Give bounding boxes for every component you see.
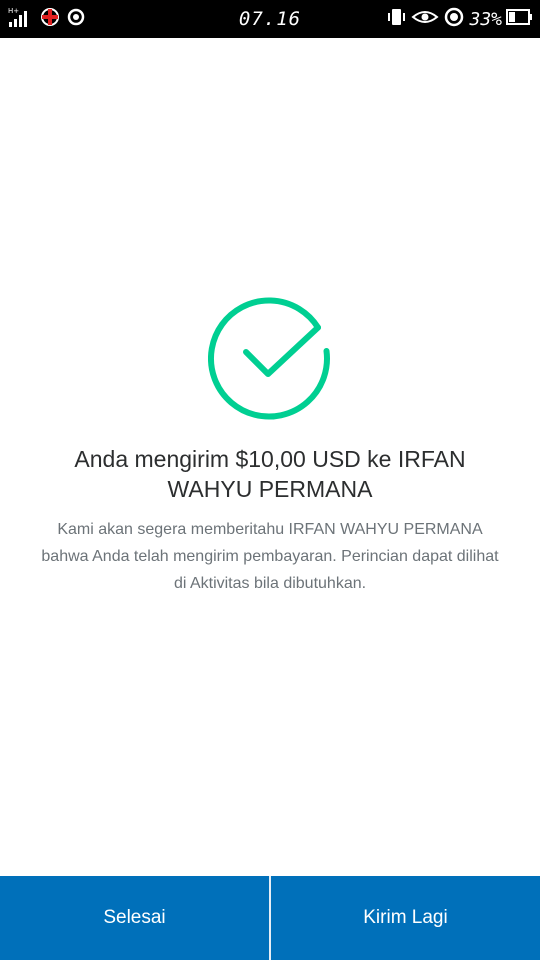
location-icon — [443, 6, 465, 32]
payment-success-panel: Anda mengirim $10,00 USD ke IRFAN WAHYU … — [0, 296, 540, 597]
battery-icon — [506, 6, 534, 32]
eye-icon — [411, 6, 440, 32]
bottom-action-bar: Selesai Kirim Lagi — [0, 876, 540, 960]
battery-percent: 33% — [469, 8, 502, 30]
send-again-button[interactable]: Kirim Lagi — [271, 876, 540, 960]
vibrate-icon — [385, 6, 407, 32]
status-right-icons: 33% — [385, 7, 534, 31]
confirmation-message: Kami akan segera memberitahu IRFAN WAHYU… — [41, 521, 499, 592]
success-check-icon — [208, 296, 332, 420]
status-bar: H+ 07.16 33% — [0, 0, 540, 38]
confirmation-headline: Anda mengirim $10,00 USD ke IRFAN WAHYU … — [74, 446, 466, 502]
done-button[interactable]: Selesai — [0, 876, 269, 960]
